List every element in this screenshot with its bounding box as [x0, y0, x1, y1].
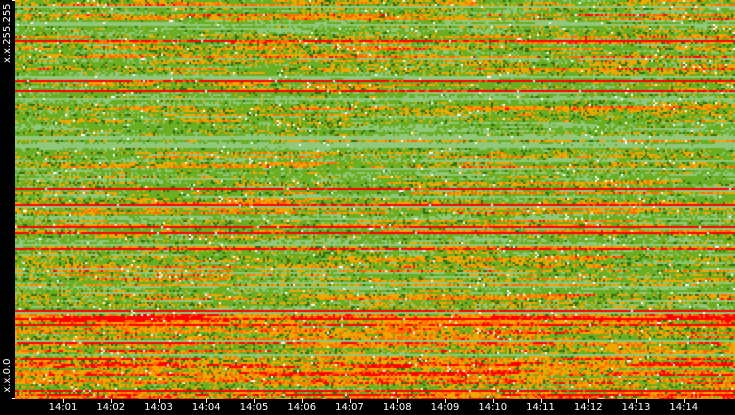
x-tick-label: 14:05: [239, 402, 269, 413]
x-tick-label: 14:10: [478, 402, 508, 413]
x-tick-label: 14:08: [382, 402, 412, 413]
y-label-top: x.x.255.255: [2, 3, 13, 63]
x-tick-label: 14:06: [287, 402, 317, 413]
x-tick-label: 14:01: [48, 402, 78, 413]
x-tick-label: 14:12: [573, 402, 603, 413]
x-tick-label: 14:13: [621, 402, 651, 413]
x-tick-label: 14:07: [335, 402, 364, 413]
y-axis: x.x.255.255 x.x.0.0: [0, 0, 15, 399]
x-tick-label: 14:04: [191, 402, 221, 413]
x-tick-label: 14:09: [430, 402, 460, 413]
x-tick-label: 14:03: [144, 402, 173, 413]
x-axis: 14:01 14:02 14:03 14:04 14:05 14:06 14:07 14:08…: [15, 399, 735, 415]
x-tick-label: 14:11: [526, 402, 555, 413]
x-tick-label: 14:14: [669, 402, 699, 413]
x-tick-label: 14:02: [96, 402, 126, 413]
y-label-bottom: x.x.0.0: [2, 358, 13, 393]
heatmap-plot-area: [15, 0, 735, 399]
